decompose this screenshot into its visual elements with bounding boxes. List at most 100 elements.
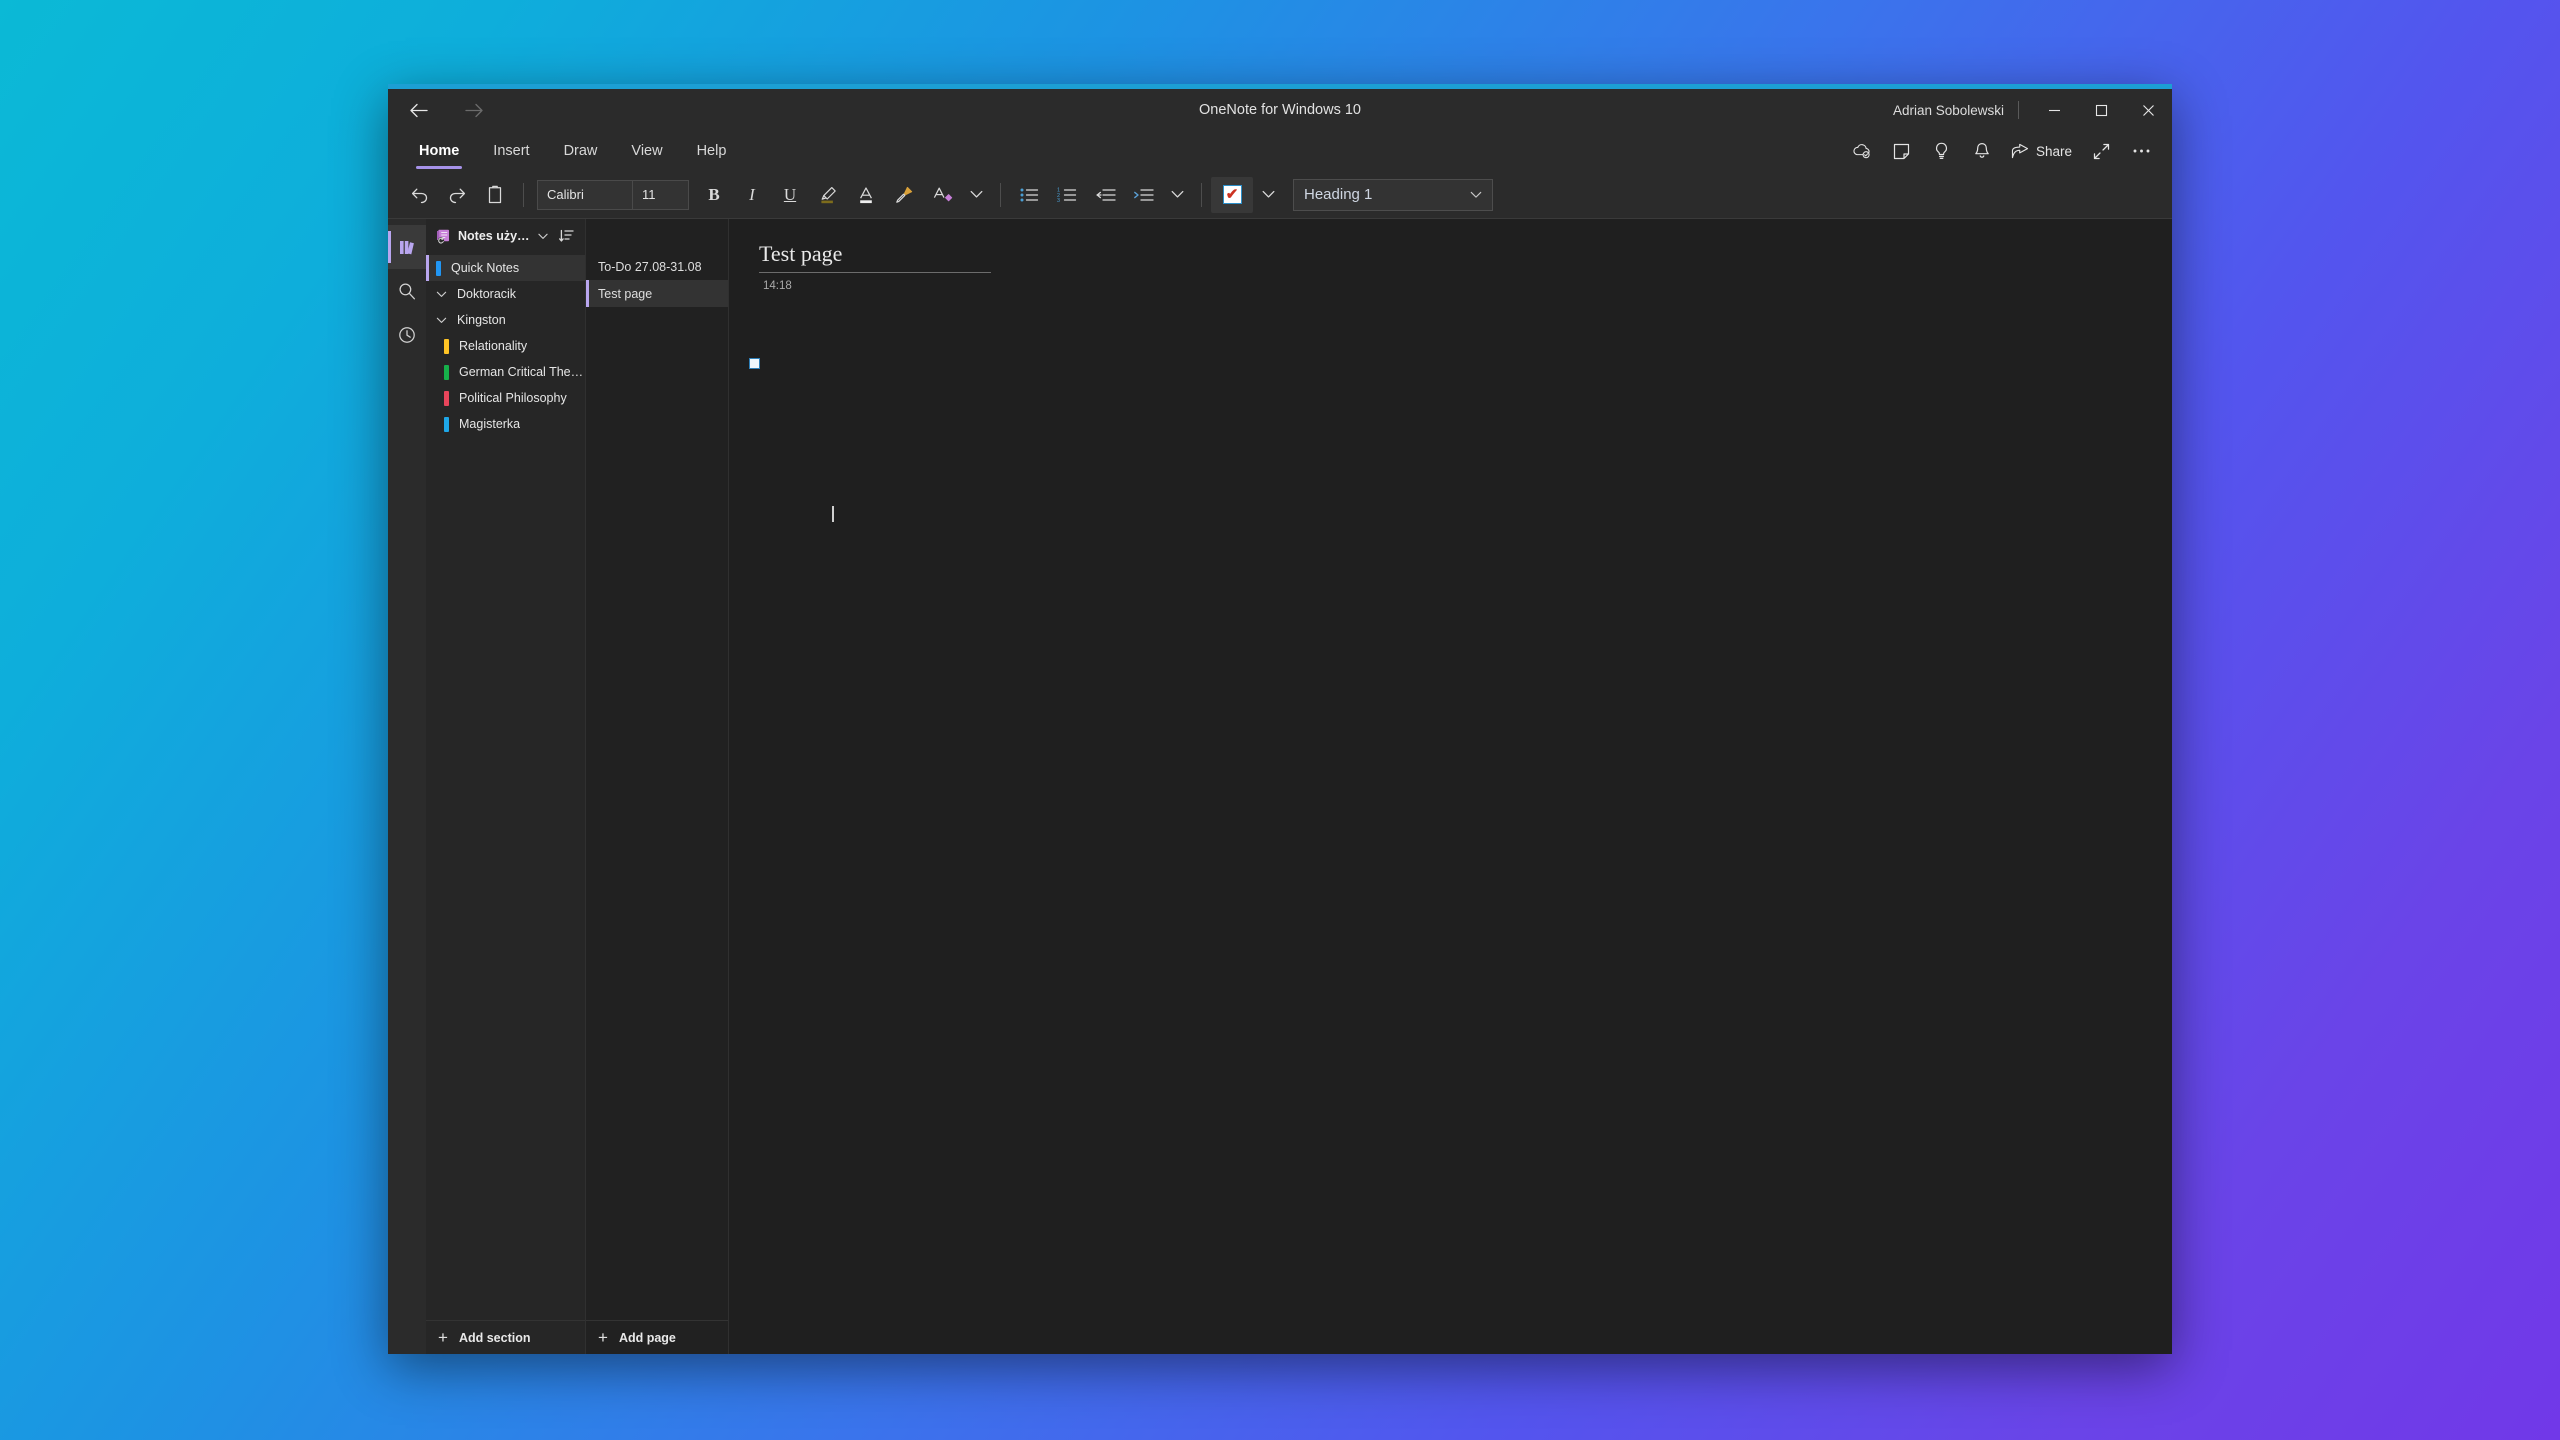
numbered-list-icon[interactable]: 1 2 3 bbox=[1048, 177, 1086, 213]
section-color-swatch bbox=[444, 338, 449, 354]
font-size-input[interactable]: 11 bbox=[633, 179, 689, 210]
tab-help[interactable]: Help bbox=[680, 131, 744, 171]
format-painter-icon[interactable] bbox=[885, 177, 923, 213]
ribbon-right-tools: Share bbox=[1843, 131, 2172, 171]
section-item-political-philosophy[interactable]: Political Philosophy bbox=[426, 385, 585, 411]
lightbulb-icon[interactable] bbox=[1923, 134, 1961, 168]
plus-icon: + bbox=[438, 1328, 448, 1347]
ribbon-tabs: Home Insert Draw View Help Share bbox=[388, 131, 2172, 171]
paragraph-style-select[interactable]: Heading 1 bbox=[1293, 178, 1493, 211]
expand-arrows-icon[interactable] bbox=[2082, 134, 2120, 168]
share-label: Share bbox=[2035, 143, 2072, 159]
svg-text:3: 3 bbox=[1057, 198, 1060, 204]
chevron-down-icon bbox=[436, 317, 449, 324]
list-more-chevron-down-icon[interactable] bbox=[1162, 177, 1192, 213]
undo-icon[interactable] bbox=[400, 177, 438, 213]
tab-draw[interactable]: Draw bbox=[547, 131, 615, 171]
title-bar-right: Adrian Sobolewski bbox=[1893, 89, 2172, 131]
rail-notebooks-button[interactable] bbox=[388, 225, 426, 269]
font-name-input[interactable]: Calibri bbox=[537, 179, 633, 210]
minimize-button[interactable] bbox=[2031, 89, 2078, 131]
tab-view[interactable]: View bbox=[614, 131, 679, 171]
section-group-kingston[interactable]: Kingston bbox=[426, 307, 585, 333]
notebook-header[interactable]: Notes użytkownika Adrian bbox=[426, 219, 585, 253]
section-label: Political Philosophy bbox=[459, 391, 567, 405]
formatting-toolbar: Calibri 11 B I U 1 2 3 ✔ Heading 1 bbox=[388, 171, 2172, 219]
decrease-indent-icon[interactable] bbox=[1086, 177, 1124, 213]
page-item-test-page[interactable]: Test page bbox=[586, 280, 728, 307]
todo-checkbox[interactable] bbox=[749, 358, 760, 369]
underline-button[interactable]: U bbox=[771, 177, 809, 213]
plus-icon: + bbox=[598, 1328, 608, 1347]
redo-icon[interactable] bbox=[438, 177, 476, 213]
clear-formatting-icon[interactable] bbox=[923, 177, 961, 213]
clipboard-icon[interactable] bbox=[476, 177, 514, 213]
section-color-swatch bbox=[444, 364, 449, 380]
account-name[interactable]: Adrian Sobolewski bbox=[1893, 103, 2018, 118]
font-more-chevron-down-icon[interactable] bbox=[961, 177, 991, 213]
add-page-button[interactable]: + Add page bbox=[586, 1320, 728, 1354]
more-options-icon[interactable] bbox=[2122, 134, 2160, 168]
paragraph-style-chevron-down-icon bbox=[1470, 191, 1482, 199]
tab-insert[interactable]: Insert bbox=[476, 131, 546, 171]
page-item-to-do[interactable]: To-Do 27.08-31.08 bbox=[586, 253, 728, 280]
paragraph-style-value: Heading 1 bbox=[1304, 186, 1373, 203]
pages-panel-spacer bbox=[586, 219, 728, 253]
todo-tag-chevron-down-icon[interactable] bbox=[1253, 177, 1283, 213]
section-group-label: Kingston bbox=[457, 313, 506, 327]
text-cursor bbox=[832, 506, 834, 522]
section-label: Relationality bbox=[459, 339, 528, 353]
sort-sections-icon[interactable] bbox=[555, 225, 577, 247]
add-page-label: Add page bbox=[618, 1330, 676, 1345]
section-color-swatch bbox=[444, 390, 449, 406]
rail-recent-button[interactable] bbox=[388, 313, 426, 357]
navigation-notebooks-icon bbox=[398, 239, 417, 256]
notebook-chevron-down-icon bbox=[538, 233, 548, 240]
close-button[interactable] bbox=[2125, 89, 2172, 131]
note-canvas[interactable]: Test page 14:18 bbox=[729, 219, 2172, 1354]
bell-icon[interactable] bbox=[1963, 134, 2001, 168]
titlebar-divider bbox=[2018, 101, 2019, 119]
toolbar-divider-3 bbox=[1201, 182, 1202, 207]
add-section-button[interactable]: + Add section bbox=[426, 1320, 585, 1354]
share-button[interactable]: Share bbox=[2003, 134, 2080, 168]
sections-list: Quick Notes Doktoracik Kingston Relation… bbox=[426, 253, 585, 1320]
left-rail bbox=[388, 219, 426, 1354]
increase-indent-icon[interactable] bbox=[1124, 177, 1162, 213]
page-title-rule bbox=[759, 272, 991, 273]
italic-label: I bbox=[749, 185, 755, 204]
tab-home[interactable]: Home bbox=[402, 131, 476, 171]
onenote-window: OneNote for Windows 10 Adrian Sobolewski bbox=[388, 84, 2172, 1354]
italic-button[interactable]: I bbox=[733, 177, 771, 213]
back-button[interactable] bbox=[402, 95, 436, 125]
section-color-swatch bbox=[444, 416, 449, 432]
page-timestamp: 14:18 bbox=[763, 280, 792, 292]
bullet-list-icon[interactable] bbox=[1010, 177, 1048, 213]
section-item-german-critical-theory[interactable]: German Critical Theory bbox=[426, 359, 585, 385]
todo-tag-button[interactable]: ✔ bbox=[1211, 176, 1253, 213]
bold-button[interactable]: B bbox=[695, 177, 733, 213]
maximize-button[interactable] bbox=[2078, 89, 2125, 131]
toolbar-divider-1 bbox=[523, 182, 524, 207]
page-title[interactable]: Test page bbox=[759, 241, 991, 272]
highlight-icon[interactable] bbox=[809, 177, 847, 213]
section-item-magisterka[interactable]: Magisterka bbox=[426, 411, 585, 437]
search-icon bbox=[398, 282, 416, 300]
section-group-label: Doktoracik bbox=[457, 287, 517, 301]
bold-label: B bbox=[708, 185, 720, 204]
forward-button[interactable] bbox=[456, 95, 490, 125]
app-body: Notes użytkownika Adrian Quick Note bbox=[388, 219, 2172, 1354]
sticky-note-icon[interactable] bbox=[1883, 134, 1921, 168]
navigation-arrows bbox=[388, 95, 490, 125]
sync-cloud-icon[interactable] bbox=[1843, 134, 1881, 168]
section-item-quick-notes[interactable]: Quick Notes bbox=[426, 255, 585, 281]
section-label: German Critical Theory bbox=[459, 365, 585, 379]
section-item-relationality[interactable]: Relationality bbox=[426, 333, 585, 359]
pages-list: To-Do 27.08-31.08 Test page bbox=[586, 253, 728, 1320]
section-label: Magisterka bbox=[459, 417, 521, 431]
section-group-doktoracik[interactable]: Doktoracik bbox=[426, 281, 585, 307]
font-color-icon[interactable] bbox=[847, 177, 885, 213]
rail-search-button[interactable] bbox=[388, 269, 426, 313]
font-group: Calibri 11 bbox=[537, 179, 689, 210]
add-section-label: Add section bbox=[458, 1330, 531, 1345]
